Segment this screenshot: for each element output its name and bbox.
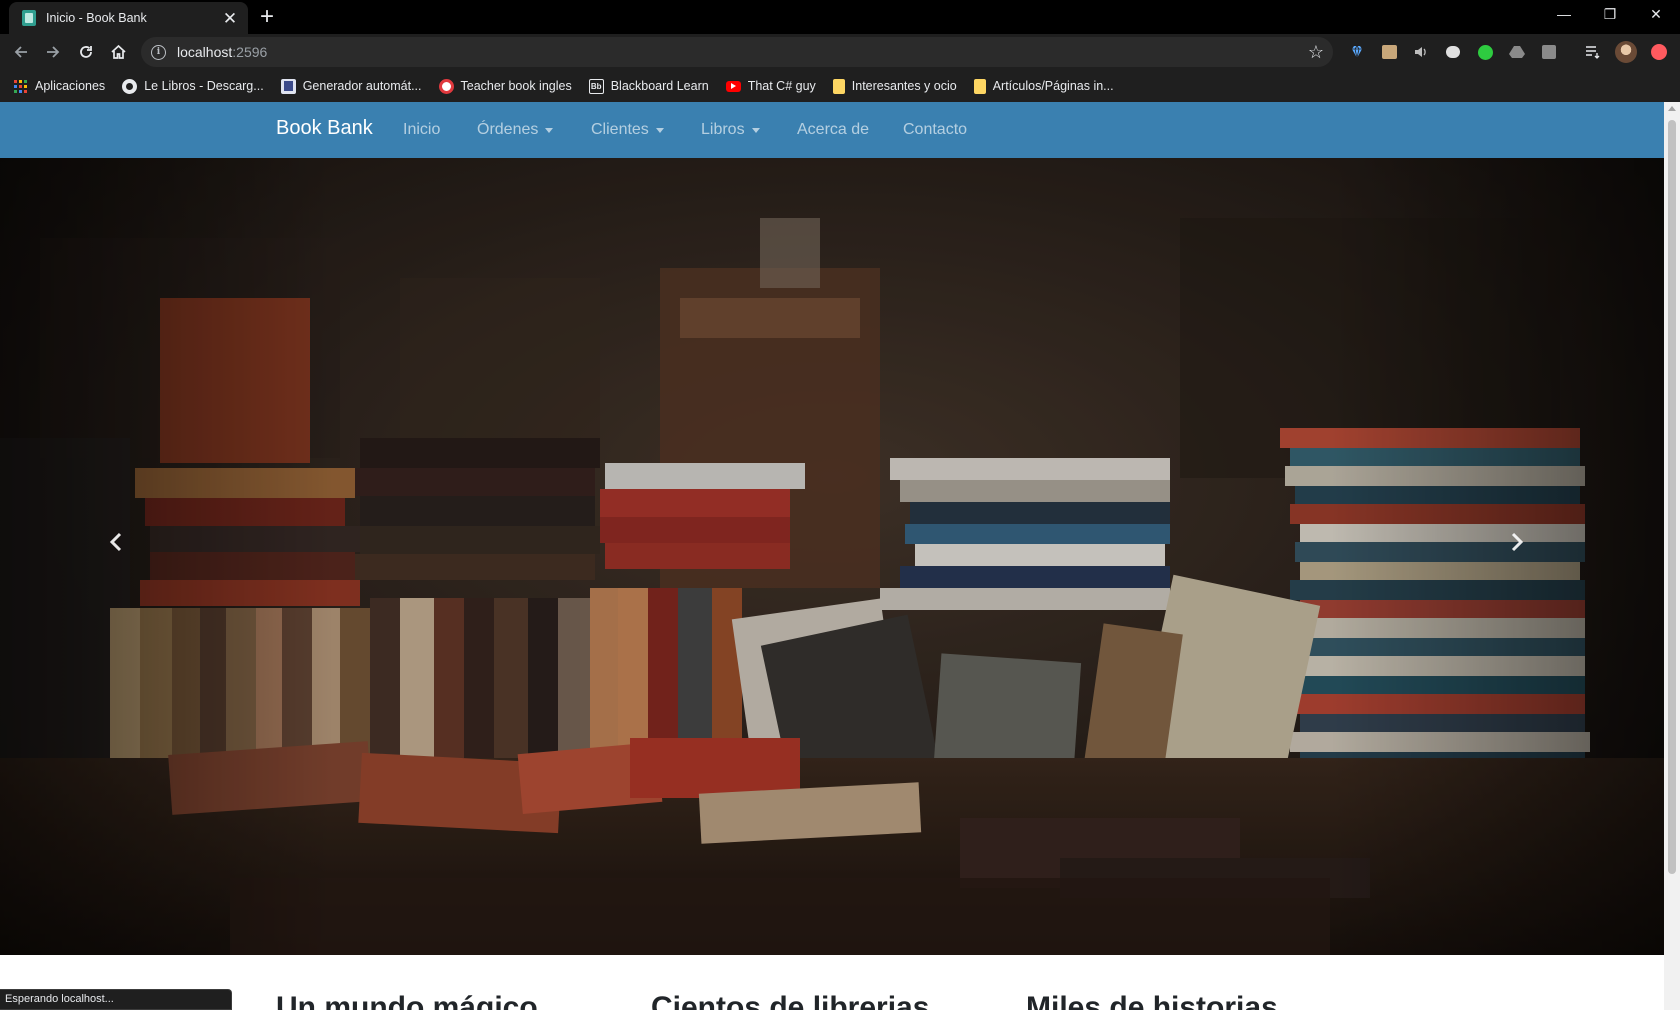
folder-icon — [973, 78, 986, 94]
bookshop-photo — [0, 158, 1664, 955]
bookmark-star-icon[interactable]: ☆ — [1308, 42, 1324, 62]
hero-carousel — [0, 158, 1664, 955]
page-viewport: Book Bank Inicio Órdenes Clientes Libros… — [0, 102, 1664, 1010]
bookmark-generador[interactable]: Generador automát... — [280, 78, 422, 94]
extension-copy-icon[interactable] — [1540, 43, 1558, 61]
caret-down-icon — [545, 127, 554, 133]
bookmark-label: That C# guy — [747, 79, 816, 93]
feature-heading-2: Cientos de librerias — [651, 991, 930, 1010]
nav-clientes-dropdown[interactable]: Clientes — [591, 121, 664, 139]
nav-ordenes-dropdown[interactable]: Órdenes — [477, 121, 554, 139]
nav-label: Libros — [701, 121, 745, 138]
profile-avatar-icon[interactable] — [1615, 41, 1637, 63]
browser-tab-active[interactable]: Inicio - Book Bank ✕ — [9, 2, 248, 34]
bookmark-that-csharp-guy[interactable]: That C# guy — [725, 79, 816, 93]
caret-down-icon — [751, 127, 760, 133]
nav-label: Órdenes — [477, 121, 539, 138]
browser-titlebar: Inicio - Book Bank ✕ + — ❐ ✕ — [0, 0, 1680, 34]
document-icon — [280, 78, 296, 94]
extension-drive-icon[interactable] — [1508, 43, 1526, 61]
nav-acerca-de[interactable]: Acerca de — [797, 121, 869, 139]
reload-icon[interactable] — [75, 41, 97, 63]
nav-label: Contacto — [903, 121, 968, 138]
extension-green-icon[interactable] — [1476, 43, 1494, 61]
bookmark-label: Blackboard Learn — [610, 79, 709, 93]
bookmark-teacher-book[interactable]: Teacher book ingles — [438, 78, 572, 94]
reading-list-icon[interactable] — [1584, 43, 1602, 61]
bookmark-blackboard[interactable]: Bb Blackboard Learn — [588, 78, 709, 94]
bookmark-label: Interesantes y ocio — [851, 79, 957, 93]
bookmark-label: Generador automát... — [302, 79, 422, 93]
forward-arrow-icon[interactable] — [42, 41, 64, 63]
bookmark-folder-interesantes[interactable]: Interesantes y ocio — [832, 78, 957, 94]
close-window-icon[interactable]: ✕ — [1633, 0, 1679, 30]
home-icon[interactable] — [107, 41, 129, 63]
restore-window-icon[interactable]: ❐ — [1587, 0, 1633, 30]
carousel-prev-chevron-icon[interactable] — [109, 532, 139, 562]
globe-icon — [122, 78, 138, 94]
address-bar[interactable]: i localhost:2596 ☆ — [141, 37, 1333, 67]
scroll-up-arrow-icon[interactable] — [1668, 106, 1676, 111]
extension-gem-icon[interactable] — [1348, 43, 1366, 61]
bookmark-folder-articulos[interactable]: Artículos/Páginas in... — [973, 78, 1114, 94]
nav-label: Clientes — [591, 121, 649, 138]
blackboard-icon: Bb — [588, 78, 604, 94]
bookmark-le-libros[interactable]: Le Libros - Descarg... — [122, 78, 264, 94]
nav-contacto[interactable]: Contacto — [903, 121, 967, 139]
youtube-icon — [725, 80, 741, 92]
scrollbar-thumb[interactable] — [1668, 120, 1676, 874]
back-arrow-icon[interactable] — [10, 41, 32, 63]
status-bubble: Esperando localhost... — [0, 989, 232, 1010]
new-tab-plus-icon[interactable]: + — [260, 4, 274, 30]
nav-label: Inicio — [403, 121, 441, 138]
bookmark-label: Le Libros - Descarg... — [144, 79, 264, 93]
folder-icon — [832, 78, 845, 94]
extension-chat-icon[interactable] — [1444, 43, 1462, 61]
browser-toolbar: i localhost:2596 ☆ — [0, 34, 1680, 70]
extension-red-icon[interactable] — [1650, 43, 1668, 61]
url-port: :2596 — [232, 44, 268, 60]
site-navbar: Book Bank Inicio Órdenes Clientes Libros… — [0, 102, 1664, 158]
bookmark-label: Teacher book ingles — [460, 79, 572, 93]
caret-down-icon — [655, 127, 664, 133]
extension-speaker-icon[interactable] — [1412, 43, 1430, 61]
book-favicon-icon — [22, 10, 36, 26]
nav-libros-dropdown[interactable]: Libros — [701, 121, 760, 139]
minimize-window-icon[interactable]: — — [1541, 0, 1587, 30]
apps-grid-icon — [13, 79, 28, 94]
feature-heading-1: Un mundo mágico — [276, 991, 538, 1010]
bookmark-label: Artículos/Páginas in... — [992, 79, 1114, 93]
tab-title: Inicio - Book Bank — [46, 11, 147, 25]
site-info-icon[interactable]: i — [151, 44, 166, 60]
page-scrollbar[interactable] — [1664, 102, 1680, 1010]
nav-label: Acerca de — [797, 121, 870, 138]
tab-close-icon[interactable]: ✕ — [222, 10, 238, 27]
feature-heading-3: Miles de historias — [1026, 991, 1278, 1010]
nav-inicio[interactable]: Inicio — [403, 121, 440, 139]
url-host: localhost — [177, 44, 233, 60]
bookmark-label: Aplicaciones — [35, 79, 106, 93]
features-section: Un mundo mágico Cientos de librerias Mil… — [0, 955, 1664, 1010]
extension-face-icon[interactable] — [1380, 43, 1398, 61]
target-icon — [438, 78, 454, 94]
bookmarks-bar: Aplicaciones Le Libros - Descarg... Gene… — [0, 70, 1680, 102]
bookmark-aplicaciones[interactable]: Aplicaciones — [13, 79, 105, 94]
site-brand[interactable]: Book Bank — [276, 117, 373, 140]
carousel-next-chevron-icon[interactable] — [1510, 532, 1540, 562]
